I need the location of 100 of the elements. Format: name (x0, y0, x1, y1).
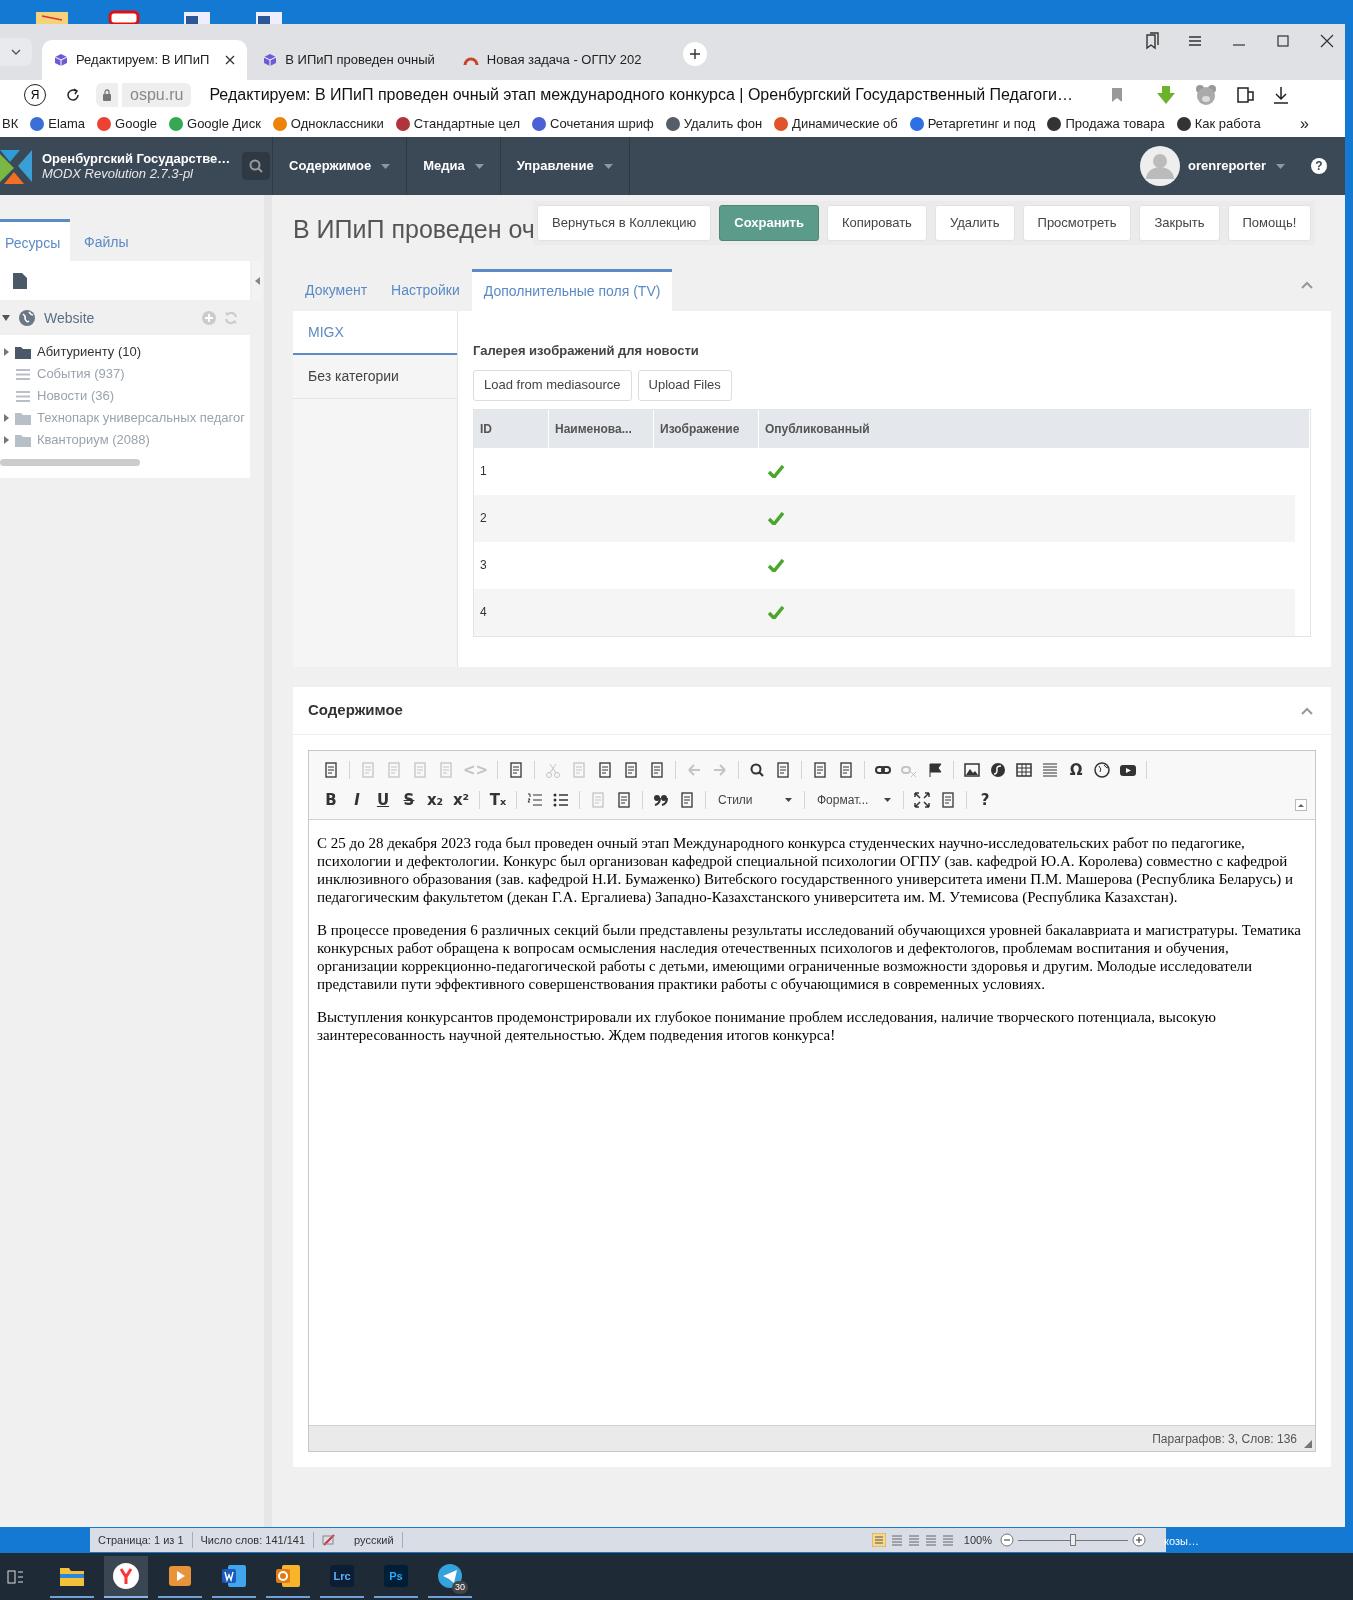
resize-handle-icon[interactable] (1304, 1440, 1312, 1448)
document-icon[interactable] (508, 762, 525, 778)
bookmark-link[interactable]: Одноклассники (272, 113, 384, 134)
horizontal-scrollbar[interactable] (0, 459, 140, 466)
bookmark-icon[interactable] (1111, 87, 1124, 103)
taskbar-button[interactable]: Ps (374, 1555, 418, 1598)
menu-item[interactable]: Медиа (406, 137, 500, 195)
reload-icon[interactable] (64, 86, 82, 104)
format-dropdown[interactable]: Стили (712, 788, 798, 812)
expand-arrow-icon[interactable] (4, 414, 9, 422)
bookmark-link[interactable]: Ретаргетинг и под (909, 113, 1036, 134)
site-name[interactable]: Оренбургский Государстве… (42, 151, 231, 166)
sidebar-tab[interactable]: Ресурсы (0, 219, 70, 261)
bookmark-link[interactable]: ВК (2, 113, 19, 134)
close-icon[interactable] (225, 55, 236, 65)
download-icon[interactable] (1273, 86, 1290, 104)
browser-tab[interactable]: Новая задача - ОГПУ 202 (450, 40, 654, 80)
action-button[interactable]: Просмотреть (1022, 205, 1132, 241)
taskbar-button[interactable]: 30 (428, 1555, 472, 1598)
format-button[interactable]: ? (973, 788, 997, 812)
bookmark-link[interactable]: Удалить фон (665, 113, 763, 134)
word-counter[interactable]: Число слов: 141/141 (192, 1531, 315, 1549)
taskbar-button[interactable] (104, 1555, 148, 1598)
quote-icon[interactable] (653, 792, 669, 808)
maximize-icon[interactable] (914, 792, 930, 808)
bookmark-link[interactable]: Google Диск (169, 113, 261, 134)
browser-tab[interactable]: В ИПиП проведен очный (251, 40, 447, 80)
zoom-in-icon[interactable] (1132, 1533, 1146, 1547)
zoom-slider[interactable] (1018, 1533, 1128, 1547)
help-button[interactable]: ? (1311, 158, 1327, 174)
horizontal-rule-icon[interactable] (1042, 762, 1059, 778)
browser-tab[interactable]: Редактируем: В ИПиП (42, 40, 248, 80)
action-button[interactable]: Копировать (826, 205, 927, 241)
gallery-button[interactable]: Load from mediasource (473, 369, 632, 401)
new-document-icon[interactable] (12, 271, 28, 290)
gallery-button[interactable]: Upload Files (637, 369, 732, 401)
category-tab[interactable]: Без категории (293, 355, 457, 399)
bookmark-link[interactable]: Google (97, 113, 158, 134)
collections-icon[interactable] (1143, 32, 1161, 50)
bookmark-link[interactable]: Стандартные цел (395, 113, 521, 134)
format-button[interactable]: I (345, 788, 369, 812)
bear-icon[interactable] (1195, 84, 1218, 106)
format-button[interactable]: S (397, 788, 421, 812)
table-cell: 4 (480, 605, 487, 619)
bulleted-list-icon[interactable] (553, 792, 569, 808)
page-indicator[interactable]: Страница: 1 из 1 (90, 1531, 193, 1549)
menu-item[interactable]: Содержимое (272, 137, 407, 195)
column-header[interactable]: ID (474, 409, 549, 448)
format-dropdown[interactable]: Формат... (811, 788, 897, 812)
image-icon[interactable] (964, 762, 981, 778)
more-bookmarks-button[interactable]: » (1300, 111, 1309, 136)
numbered-list-icon[interactable] (527, 792, 543, 808)
bookmark-link[interactable]: Elama (30, 113, 86, 134)
action-button[interactable]: Вернуться в Коллекцию (537, 205, 712, 241)
extension-icon[interactable] (1235, 85, 1256, 105)
menu-item[interactable]: Управление (499, 137, 629, 195)
flash-icon[interactable] (990, 762, 1007, 778)
column-header[interactable]: Наименова... (549, 409, 654, 448)
format-button[interactable]: x₂ (423, 788, 447, 812)
bookmark-link[interactable]: Продажа товара (1047, 113, 1165, 134)
action-button[interactable]: Закрыть (1139, 205, 1220, 241)
expand-arrow-icon[interactable] (4, 436, 9, 444)
collapse-icon[interactable] (1301, 706, 1313, 715)
action-button[interactable]: Помощь! (1227, 205, 1312, 241)
browser-icon (113, 1562, 139, 1589)
column-header[interactable]: Изображение (654, 409, 759, 448)
flag-icon[interactable] (927, 762, 944, 778)
avatar-icon[interactable] (1139, 146, 1180, 186)
table-icon[interactable] (1016, 762, 1033, 778)
content-tab[interactable]: Дополнительные поля (TV) (471, 269, 673, 311)
format-button[interactable]: Ω (1064, 758, 1089, 782)
format-button[interactable]: Tₓ (486, 788, 510, 812)
bookmark-link[interactable]: Сочетания шриф (532, 113, 654, 134)
format-button[interactable]: x² (449, 788, 473, 812)
video-icon[interactable] (1120, 762, 1137, 778)
paragraph: С 25 до 28 декабря 2023 года был проведен очный этап Международного конкурса студенческих научно-исследовательских работ по педагогике, психологии и дефектологии. Конкурс был организован кафедрой специальной психологии ОГПУ (зав. кафедрой Ю.А. Королева) совместно с кафедрой инклюзивного образования (зав. кафедрой Н.И. Бумаженко) Витебского государственного университета имени П.М. Машерова (Республика Беларусь) и педагогическим факультетом (декан Г.А. Ергалиева) Западно-Казахстанского университета им. М. Утемисова (Республика Казахстан). (317, 834, 1295, 906)
new-tab-button[interactable] (683, 42, 708, 66)
tree-item[interactable]: Абитуриенту (10) (37, 342, 142, 362)
search-icon[interactable] (749, 762, 766, 778)
print-layout-icon[interactable] (871, 1533, 886, 1547)
format-button[interactable]: B (319, 788, 343, 812)
taskbar-button[interactable]: Lrc (320, 1555, 364, 1598)
slider-thumb[interactable] (1070, 1534, 1076, 1546)
format-button[interactable]: U (371, 788, 395, 812)
category-tab[interactable]: MIGX (293, 311, 457, 355)
column-header[interactable]: Опубликованный (759, 409, 1310, 448)
bookmark-link[interactable]: Как работа (1176, 113, 1261, 134)
expand-arrow-icon[interactable] (4, 348, 9, 356)
user-menu[interactable]: orenreporter (1187, 156, 1285, 176)
zoom-out-icon[interactable] (1000, 1533, 1014, 1547)
download-arrow-icon[interactable] (1155, 85, 1178, 105)
zoom-level[interactable]: 100% (963, 1531, 992, 1549)
search-button[interactable] (242, 152, 271, 180)
bookmark-link[interactable]: Динамические об (774, 113, 898, 134)
collapse-toolbar-button[interactable] (1295, 799, 1307, 811)
task-view-icon[interactable] (6, 1567, 24, 1586)
language-indicator[interactable]: русский (346, 1531, 403, 1549)
action-button[interactable]: Удалить (934, 205, 1015, 241)
collapse-icon[interactable] (1301, 281, 1313, 289)
expand-arrow-icon[interactable] (2, 315, 10, 321)
